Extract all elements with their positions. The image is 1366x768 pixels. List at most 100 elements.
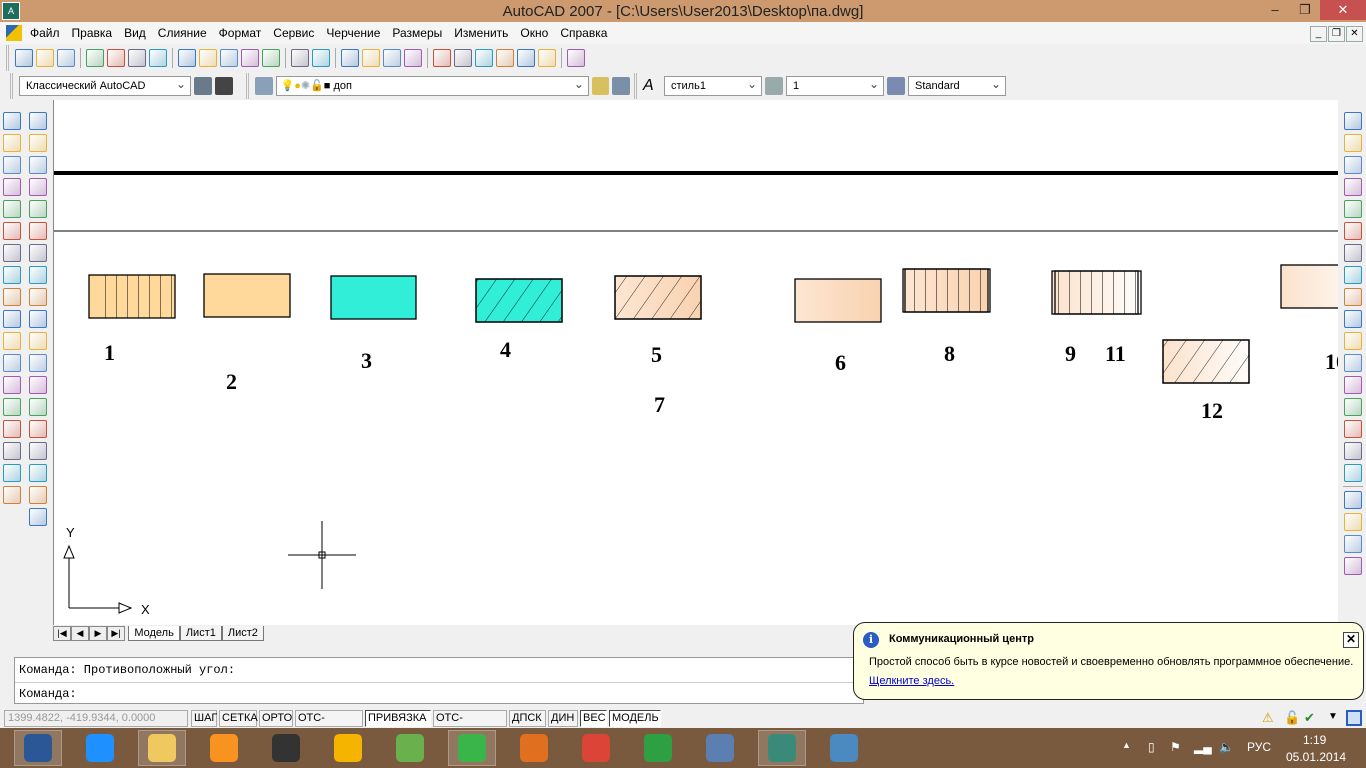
- extend-icon[interactable]: [1344, 332, 1362, 350]
- dim-style-icon[interactable]: [3, 486, 21, 504]
- taskbar-app-media-player[interactable]: [510, 730, 558, 766]
- tab-model[interactable]: Модель: [128, 626, 180, 641]
- ellipse-icon[interactable]: [29, 310, 47, 328]
- command-prompt[interactable]: Команда:: [19, 687, 77, 701]
- menu-item[interactable]: Файл: [24, 22, 66, 44]
- status-toggle[interactable]: СЕТКА: [219, 710, 258, 727]
- plot-preview-icon[interactable]: [107, 49, 125, 67]
- radius-icon[interactable]: [3, 200, 21, 218]
- pan-icon[interactable]: [341, 49, 359, 67]
- jogged-icon[interactable]: [3, 222, 21, 240]
- menu-item[interactable]: Вид: [118, 22, 152, 44]
- menu-item[interactable]: Окно: [514, 22, 554, 44]
- ordinate-icon[interactable]: [3, 178, 21, 196]
- clean-screen-icon[interactable]: [1346, 710, 1362, 726]
- prev-tab-button[interactable]: ◀: [71, 626, 89, 641]
- taskbar-app-odnoklassniki[interactable]: [200, 730, 248, 766]
- restore-button[interactable]: ❐: [1290, 0, 1320, 20]
- dim-text-edit-icon[interactable]: [3, 442, 21, 460]
- language-indicator[interactable]: РУС: [1247, 740, 1271, 754]
- text-style-select[interactable]: стиль1: [664, 75, 762, 96]
- doc-close-button[interactable]: ✕: [1346, 26, 1363, 42]
- zoom-realtime-icon[interactable]: [362, 49, 380, 67]
- next-tab-button[interactable]: ▶: [89, 626, 107, 641]
- multiline-text-icon[interactable]: [29, 508, 47, 526]
- drawing-canvas[interactable]: 1 2 3 4 5 6 7 8 9 11 12 10 X Y: [53, 100, 1338, 625]
- tab-layout1[interactable]: Лист1: [179, 626, 222, 641]
- rectangle-icon[interactable]: [29, 200, 47, 218]
- taskbar-app-media-app[interactable]: [262, 730, 310, 766]
- command-line[interactable]: Команда: Противоположный угол: Команда:: [14, 657, 864, 704]
- save-icon[interactable]: [57, 49, 75, 67]
- construction-line-icon[interactable]: [29, 134, 47, 152]
- layer-previous-icon[interactable]: [612, 77, 630, 95]
- stretch-icon[interactable]: [1344, 288, 1362, 306]
- layer-manager-icon[interactable]: [255, 77, 273, 95]
- doc-minimize-button[interactable]: _: [1310, 26, 1327, 42]
- clock-time[interactable]: 1:19: [1303, 733, 1326, 747]
- comm-center-warning-icon[interactable]: ⚠: [1262, 710, 1274, 726]
- rect-1[interactable]: [88, 274, 182, 319]
- rect-10[interactable]: [1280, 264, 1338, 309]
- rotate-icon[interactable]: [1344, 244, 1362, 262]
- rect-2[interactable]: [203, 273, 291, 318]
- scale-icon[interactable]: [1344, 266, 1362, 284]
- join-icon[interactable]: [1344, 398, 1362, 416]
- taskbar-app-winamp[interactable]: [324, 730, 372, 766]
- taskbar-app-acrobat-a[interactable]: [634, 730, 682, 766]
- sheet-set-icon[interactable]: [496, 49, 514, 67]
- first-tab-button[interactable]: |◀: [53, 626, 71, 641]
- status-toggle[interactable]: ОРТО: [259, 710, 293, 727]
- 3d-dwf-icon[interactable]: [149, 49, 167, 67]
- arc-icon[interactable]: [29, 222, 47, 240]
- table-style-select[interactable]: Standard: [908, 75, 1006, 96]
- rect-5[interactable]: [614, 275, 702, 320]
- paste-icon[interactable]: [220, 49, 238, 67]
- dim-edit-icon[interactable]: [3, 420, 21, 438]
- move-icon[interactable]: [1344, 222, 1362, 240]
- rect-9[interactable]: [1051, 270, 1142, 315]
- draw-order-front-icon[interactable]: [1344, 491, 1362, 509]
- balloon-link[interactable]: Щелкните здесь.: [869, 675, 954, 687]
- center-mark-icon[interactable]: [3, 398, 21, 416]
- toolbar-lock-icon[interactable]: 🔓: [1284, 710, 1300, 726]
- match-properties-icon[interactable]: [241, 49, 259, 67]
- doc-restore-button[interactable]: ❐: [1328, 26, 1345, 42]
- erase-icon[interactable]: [1344, 112, 1362, 130]
- tolerance-icon[interactable]: [3, 376, 21, 394]
- taskbar-app-volume-app[interactable]: [696, 730, 744, 766]
- status-toggle[interactable]: МОДЕЛЬ: [609, 710, 661, 727]
- status-toggle[interactable]: ДПСК: [509, 710, 546, 727]
- mirror-icon[interactable]: [1344, 156, 1362, 174]
- workspace-select[interactable]: Классический AutoCAD: [19, 75, 191, 96]
- draw-order-back-icon[interactable]: [1344, 513, 1362, 531]
- help-icon[interactable]: [567, 49, 585, 67]
- taskbar-app-mail-agent[interactable]: [448, 730, 496, 766]
- copy-icon[interactable]: [199, 49, 217, 67]
- menu-item[interactable]: Формат: [213, 22, 268, 44]
- menu-item[interactable]: Изменить: [448, 22, 514, 44]
- menu-item[interactable]: Размеры: [386, 22, 448, 44]
- status-toggle[interactable]: ДИН: [548, 710, 578, 727]
- revision-cloud-icon[interactable]: [29, 266, 47, 284]
- taskbar-app-internet-explorer[interactable]: [76, 730, 124, 766]
- break-at-point-icon[interactable]: [1344, 354, 1362, 372]
- show-hidden-icons[interactable]: ▲: [1122, 740, 1131, 750]
- block-editor-icon[interactable]: [262, 49, 280, 67]
- calculator-icon[interactable]: [538, 49, 556, 67]
- status-toggle[interactable]: ОТС-ОБЪЕКТ: [433, 710, 507, 739]
- last-tab-button[interactable]: ▶|: [107, 626, 125, 641]
- dim-update-icon[interactable]: [3, 464, 21, 482]
- polyline-icon[interactable]: [29, 156, 47, 174]
- menu-item[interactable]: Слияние: [152, 22, 213, 44]
- continue-icon[interactable]: [3, 332, 21, 350]
- status-toggle[interactable]: ШАГ: [191, 710, 217, 727]
- ellipse-arc-icon[interactable]: [29, 332, 47, 350]
- angular-icon[interactable]: [3, 266, 21, 284]
- quick-leader-icon[interactable]: [3, 354, 21, 372]
- quick-dim-icon[interactable]: [3, 288, 21, 306]
- linear-dim-icon[interactable]: [3, 112, 21, 130]
- clock-date[interactable]: 05.01.2014: [1286, 750, 1346, 764]
- volume-icon[interactable]: 🔈: [1219, 740, 1234, 754]
- insert-block-icon[interactable]: [29, 354, 47, 372]
